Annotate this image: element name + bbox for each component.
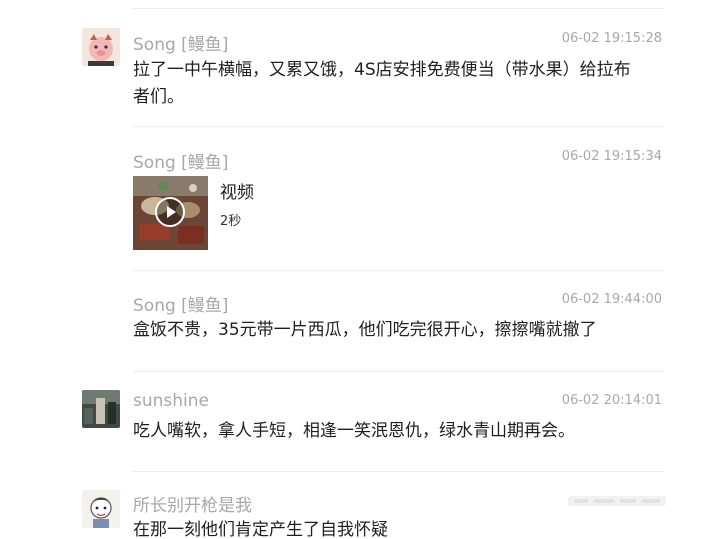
timestamp: 06-02 20:14:01 [561, 393, 662, 408]
timestamp: 06-02 19:44:00 [561, 292, 662, 307]
message-text: 在那一刻他们肯定产生了自我怀疑 [133, 520, 388, 539]
sender-name[interactable]: 所长别开枪是我 [133, 491, 252, 516]
photo-avatar-icon [82, 390, 120, 428]
cartoon-avatar-icon [82, 490, 120, 528]
divider [133, 126, 664, 127]
avatar[interactable] [82, 28, 120, 66]
sender-name[interactable]: Song [鳗鱼] [133, 148, 228, 173]
message-text: 吃人嘴软，拿人手短，相逢一笑泯恩仇，绿水青山期再会。 [133, 421, 575, 441]
watermark-icon [568, 496, 666, 506]
message-text: 盒饭不贵，35元带一片西瓜，他们吃完很开心，擦擦嘴就撤了 [133, 320, 597, 340]
video-thumbnail[interactable] [133, 176, 208, 250]
video-duration: 2秒 [220, 214, 242, 229]
avatar[interactable] [82, 390, 120, 428]
sender-name[interactable]: Song [鳗鱼] [133, 291, 228, 316]
divider [133, 371, 664, 372]
message-text: 拉了一中午横幅，又累又饿，4S店安排免费便当（带水果）给拉布者们。 [133, 60, 631, 107]
video-title[interactable]: 视频 [220, 178, 254, 203]
divider [133, 270, 664, 271]
divider [133, 471, 664, 472]
sender-name[interactable]: Song [鳗鱼] [133, 30, 228, 55]
chat-history: Song [鳗鱼] 06-02 19:15:28 拉了一中午横幅，又累又饿，4S… [0, 0, 716, 539]
cartoon-pig-avatar-icon [82, 28, 120, 66]
sender-name[interactable]: sunshine [133, 391, 209, 411]
divider [133, 8, 664, 9]
avatar[interactable] [82, 490, 120, 528]
video-attachment[interactable]: 视频 2秒 [133, 176, 393, 250]
timestamp: 06-02 19:15:34 [561, 149, 662, 164]
play-icon[interactable] [154, 196, 186, 228]
timestamp: 06-02 19:15:28 [561, 31, 662, 46]
